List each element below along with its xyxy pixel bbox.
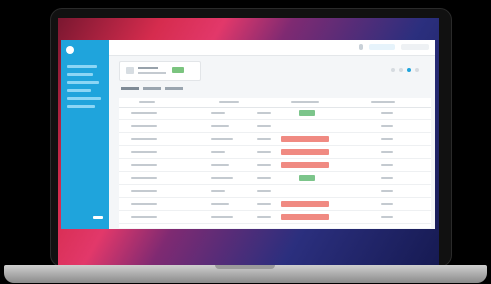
table-row[interactable] [119,108,431,120]
date-cell [131,190,157,192]
status-badge [299,110,315,116]
action-cell[interactable] [381,190,393,192]
table-row[interactable] [119,121,431,133]
summary-card [119,61,201,81]
table-row[interactable] [119,212,431,224]
tab-1[interactable] [121,87,139,90]
table-header [119,98,431,108]
date-cell [131,151,157,153]
action-cell[interactable] [381,125,393,127]
file-icon [126,67,134,74]
table-row[interactable] [119,147,431,159]
status-badge [299,175,315,181]
sidebar-item[interactable] [67,89,91,92]
name-cell [211,177,233,179]
sidebar [61,40,109,229]
column-header[interactable] [139,101,155,103]
top-bar [109,40,435,56]
date-cell [131,112,157,114]
type-cell [257,177,271,179]
table-row[interactable] [119,134,431,146]
column-header[interactable] [219,101,239,103]
sort-icon[interactable] [399,68,403,72]
action-cell[interactable] [381,138,393,140]
type-cell [257,190,271,192]
action-cell[interactable] [381,112,393,114]
action-cell[interactable] [381,151,393,153]
sidebar-item[interactable] [67,105,95,108]
name-cell [211,164,229,166]
sidebar-item[interactable] [67,65,97,68]
action-cell[interactable] [381,177,393,179]
type-cell [257,138,271,140]
sidebar-item[interactable] [67,81,99,84]
name-cell [211,151,225,153]
user-menu[interactable] [401,44,429,50]
data-table [119,98,431,228]
tab-2[interactable] [143,87,161,90]
sidebar-item[interactable] [67,73,93,76]
type-cell [257,164,271,166]
name-cell [211,190,225,192]
name-cell [211,203,229,205]
date-cell [131,138,157,140]
status-badge [281,201,329,207]
more-icon[interactable] [415,68,419,72]
table-row[interactable] [119,186,431,198]
type-cell [257,112,271,114]
view-icon[interactable] [407,68,411,72]
filter-icon[interactable] [391,68,395,72]
name-cell [211,138,233,140]
column-header[interactable] [291,101,319,103]
collapse-icon[interactable] [93,216,103,219]
tab-3[interactable] [165,87,183,90]
table-row[interactable] [119,160,431,172]
status-badge [281,149,329,155]
table-row[interactable] [119,199,431,211]
date-cell [131,216,157,218]
logo-icon [66,46,74,54]
date-cell [131,203,157,205]
action-cell[interactable] [381,203,393,205]
date-cell [131,177,157,179]
status-badge [281,214,329,220]
status-badge [281,136,329,142]
card-title [138,67,158,69]
main-panel [109,40,435,229]
type-cell [257,216,271,218]
laptop-hinge-notch [215,265,275,269]
status-badge [281,162,329,168]
name-cell [211,112,225,114]
date-cell [131,164,157,166]
card-subtitle [138,72,166,74]
table-row[interactable] [119,173,431,185]
type-cell [257,151,271,153]
help-icon[interactable] [359,44,363,50]
app-window [61,40,435,229]
name-cell [211,125,229,127]
action-cell[interactable] [381,216,393,218]
action-cell[interactable] [381,164,393,166]
type-cell [257,125,271,127]
sidebar-item[interactable] [67,97,101,100]
account-button[interactable] [369,44,395,50]
card-status-badge [172,67,184,73]
name-cell [211,216,233,218]
column-header[interactable] [371,101,395,103]
toolbar [391,68,427,73]
date-cell [131,125,157,127]
type-cell [257,203,271,205]
